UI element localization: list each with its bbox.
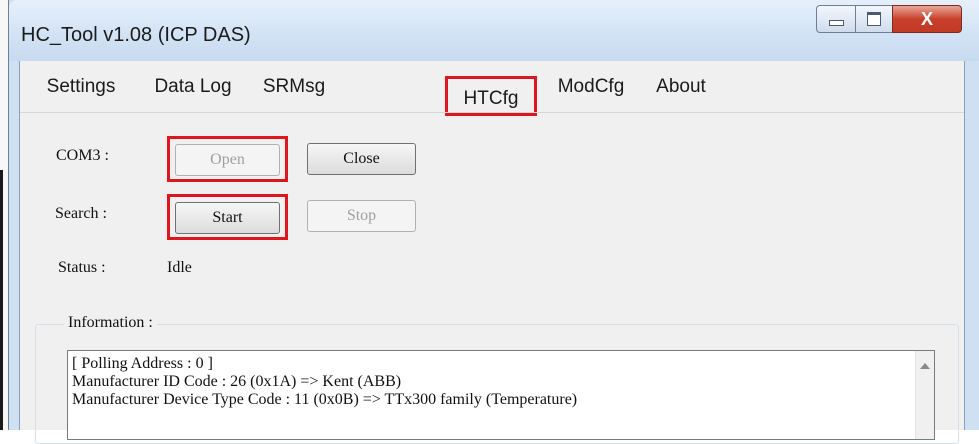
- status-label: Status :: [58, 259, 106, 276]
- information-textbox[interactable]: [ Polling Address : 0 ] Manufacturer ID …: [67, 350, 935, 440]
- info-line: [ Polling Address : 0 ]: [72, 355, 213, 372]
- info-line: Manufacturer ID Code : 26 (0x1A) => Kent…: [72, 373, 402, 390]
- stop-button[interactable]: Stop: [307, 200, 416, 232]
- info-line: Manufacturer Device Type Code : 11 (0x0B…: [72, 391, 578, 408]
- background-window-border: [0, 170, 3, 430]
- com-label: COM3 :: [56, 147, 109, 164]
- close-window-button[interactable]: X: [892, 5, 962, 33]
- maximize-button[interactable]: [855, 5, 893, 33]
- scroll-up-arrow-icon[interactable]: [920, 363, 930, 369]
- window-title: HC_Tool v1.08 (ICP DAS): [21, 24, 251, 46]
- menu-data-log[interactable]: Data Log: [141, 67, 245, 107]
- open-highlight: Open: [167, 136, 288, 182]
- start-button[interactable]: Start: [175, 202, 280, 234]
- start-highlight: Start: [167, 194, 288, 240]
- menu-htcfg[interactable]: HTCfg: [445, 76, 537, 116]
- minimize-icon: [828, 20, 844, 26]
- close-port-button[interactable]: Close: [307, 143, 416, 175]
- information-title: Information :: [64, 314, 157, 332]
- menu-settings[interactable]: Settings: [28, 67, 134, 107]
- client-area: Settings Data Log SRMsg HTCfg ModCfg Abo…: [19, 61, 965, 444]
- app-window: HC_Tool v1.08 (ICP DAS) X Settings Data …: [8, 0, 979, 444]
- vertical-scrollbar[interactable]: [915, 351, 934, 439]
- open-button[interactable]: Open: [175, 144, 280, 176]
- menu-about[interactable]: About: [644, 67, 718, 107]
- maximize-icon: [867, 12, 881, 26]
- menu-srmsg[interactable]: SRMsg: [251, 67, 337, 107]
- menu-divider: [20, 112, 964, 113]
- menu-modcfg[interactable]: ModCfg: [546, 67, 636, 107]
- title-bar[interactable]: HC_Tool v1.08 (ICP DAS) X: [9, 0, 979, 61]
- menu-bar: Settings Data Log SRMsg HTCfg ModCfg Abo…: [20, 61, 964, 116]
- status-value: Idle: [167, 259, 192, 276]
- close-icon: X: [920, 8, 933, 29]
- minimize-button[interactable]: [816, 5, 856, 33]
- search-label: Search :: [55, 205, 107, 222]
